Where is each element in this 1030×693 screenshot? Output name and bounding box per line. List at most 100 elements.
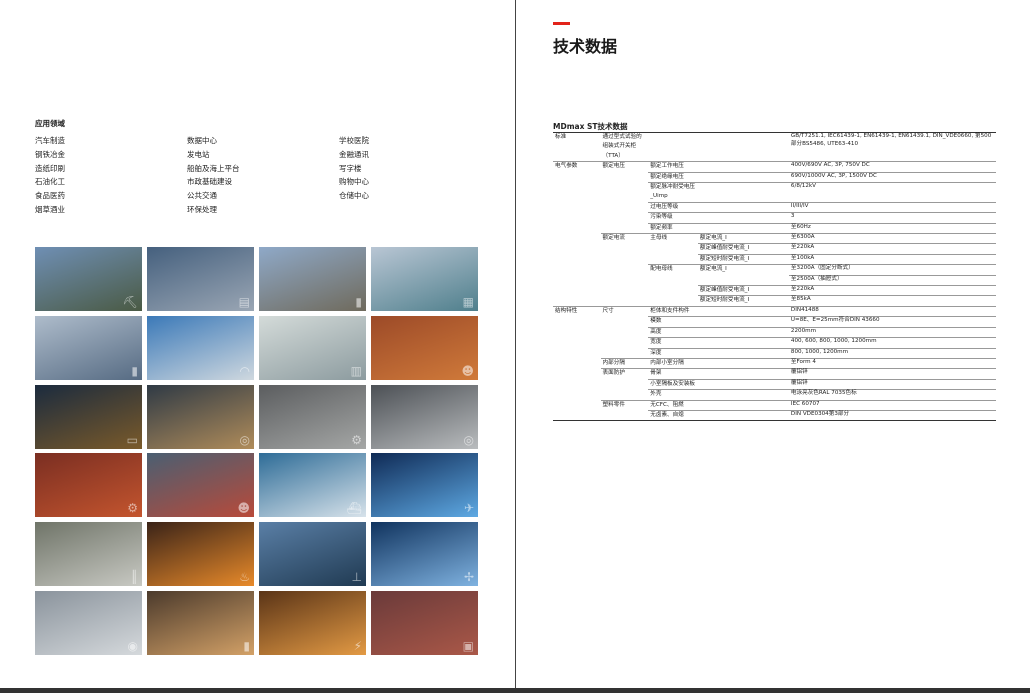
factory-machinery-photo: ⚙ <box>259 384 366 449</box>
application-item: 写字楼 <box>339 163 362 173</box>
wind-turbines-photo: ✢ <box>371 522 478 587</box>
table-cell <box>697 326 789 338</box>
tower-icon: ▮ <box>355 295 362 309</box>
table-cell <box>697 316 789 328</box>
paper-mill-photo: ◎ <box>147 384 254 449</box>
crane-icon: ⛏ <box>122 295 138 309</box>
table-cell <box>697 201 789 213</box>
cruise-ship-photo: ⛴ <box>259 453 366 518</box>
table-cell <box>601 244 649 254</box>
application-item: 造纸印刷 <box>35 163 65 173</box>
table-cell <box>601 265 649 275</box>
table-row: 无卤素、自熄 DIN VDE0304第3部分 <box>553 409 996 421</box>
offshore-platform-photo: ⊥ <box>259 522 366 587</box>
table-cell: 主母线 <box>648 233 698 244</box>
table-cell: 小室隔板及安装板 <box>648 378 698 390</box>
accent-bar <box>553 22 570 25</box>
table-cell <box>553 286 601 296</box>
table-cell: 柜体和支件构件 <box>648 305 698 317</box>
table-row: 额定频率 至60Hz <box>553 222 996 234</box>
server-room-photo: ▥ <box>259 315 366 380</box>
table-row: 内部分隔 内部小室分隔 至Form 4 <box>553 357 996 369</box>
spec-table: 标准 通过型式试验的组装式开关柜（TTA） GB/T7251.1, IEC61439… <box>553 132 996 422</box>
table-row: 结构特性 尺寸 柜体和支件构件 DIN41488 <box>553 305 996 317</box>
table-cell <box>697 409 789 421</box>
table-cell <box>553 348 601 358</box>
spec-table-title: MDmax ST技术数据 <box>553 122 628 131</box>
table-cell <box>601 296 649 306</box>
server-icon: ▥ <box>350 363 362 378</box>
table-cell <box>697 357 789 369</box>
wind-icon: ✢ <box>463 570 474 585</box>
smokestacks-photo: ▮ <box>147 590 254 655</box>
factory-workers-photo: ☻ <box>147 453 254 518</box>
table-cell: 额定峰值耐受电流_I <box>697 285 789 296</box>
table-row: 宽度 400, 600, 800, 1000, 1200mm <box>553 337 996 348</box>
control-room-photo: ▭ <box>35 384 142 449</box>
table-cell: 塑料零件 <box>600 399 649 411</box>
table-cell <box>648 133 698 162</box>
table-cell: 无卤素、自熄 <box>648 409 698 421</box>
technician-cabinet-photo: ☻ <box>371 315 478 380</box>
table-cell <box>601 213 649 223</box>
platform-icon: ⊥ <box>351 570 362 585</box>
plane-icon: ✈ <box>463 501 474 516</box>
table-cell <box>601 317 649 327</box>
table-cell <box>648 286 698 296</box>
table-cell <box>553 234 601 244</box>
table-cell: 至2500A（抽屉式） <box>788 274 996 286</box>
table-cell: 400V/690V AC, 3P, 750V DC <box>788 161 996 173</box>
tower-icon: ▮ <box>131 363 138 378</box>
table-cell <box>601 223 649 233</box>
table-row: 电气参数 额定电压 额定工作电压 400V/690V AC, 3P, 750V DC <box>553 161 996 173</box>
table-cell: 骨架 <box>648 368 698 380</box>
table-cell: 标准 <box>555 134 567 140</box>
application-item: 烟草酒业 <box>35 204 65 214</box>
table-cell <box>697 378 789 390</box>
pylon-icon: ⚡ <box>353 638 362 653</box>
gear-icon: ⚙ <box>351 432 362 447</box>
table-cell: 电泳亮灰色RAL 7035色标 <box>788 389 996 401</box>
fire-icon: ♨ <box>239 570 250 585</box>
application-item: 钢铁冶金 <box>35 149 65 159</box>
table-cell <box>648 244 698 254</box>
table-cell: 模数 <box>648 316 698 328</box>
application-item: 环保处理 <box>187 204 217 214</box>
table-cell: 电气参数 <box>553 161 601 173</box>
table-row: 额定脉冲耐受电压_Uimp 6/8/12kV <box>553 182 996 203</box>
city-skyline-photo: ▤ <box>147 247 254 311</box>
table-cell <box>553 327 601 337</box>
table-cell: U=8E、E=25mm符合DIN 43660 <box>788 316 996 328</box>
worker-icon: ☻ <box>237 501 250 516</box>
table-cell <box>553 410 601 420</box>
table-cell: 污染等级 <box>648 212 698 224</box>
table-cell <box>601 338 649 348</box>
table-cell: DIN VDE0304第3部分 <box>788 409 996 421</box>
table-cell: 400, 600, 800, 1000, 1200mm <box>788 337 996 348</box>
office-towers-photo: ▮ <box>259 247 366 311</box>
left-page: 应用领域 汽车制造 数据中心 学校医院 钢铁冶金 发电站 金融通讯 造纸印刷 船舶及海上平台 写… <box>0 0 515 693</box>
worker-icon: ☻ <box>461 363 474 378</box>
application-item: 汽车制造 <box>35 136 65 145</box>
table-row: 模数 U=8E、E=25mm符合DIN 43660 <box>553 316 996 328</box>
table-cell: IEC 60707 <box>788 399 996 411</box>
table-cell: 额定频率 <box>648 222 698 234</box>
table-cell <box>553 172 601 182</box>
table-cell: 无CFC、阻燃 <box>648 399 698 411</box>
table-row: 额定峰值耐受电流_I 至220kA <box>553 243 996 255</box>
stadium-icon: ◠ <box>239 363 250 378</box>
table-cell <box>697 161 789 173</box>
table-cell <box>553 358 601 368</box>
table-cell <box>553 400 601 410</box>
coil-icon: ◉ <box>127 638 138 653</box>
table-cell: 外壳 <box>648 389 698 401</box>
table-cell <box>601 410 649 420</box>
table-cell <box>553 254 601 264</box>
table-cell <box>553 265 601 275</box>
table-cell: 至3200A（固定分断式） <box>788 264 996 276</box>
table-cell <box>601 183 649 203</box>
table-cell: 至100kA <box>788 253 996 265</box>
container-port-photo: ▣ <box>371 590 478 655</box>
table-row: 额定峰值耐受电流_I 至220kA <box>553 285 996 296</box>
application-item: 市政基础建设 <box>187 177 232 187</box>
